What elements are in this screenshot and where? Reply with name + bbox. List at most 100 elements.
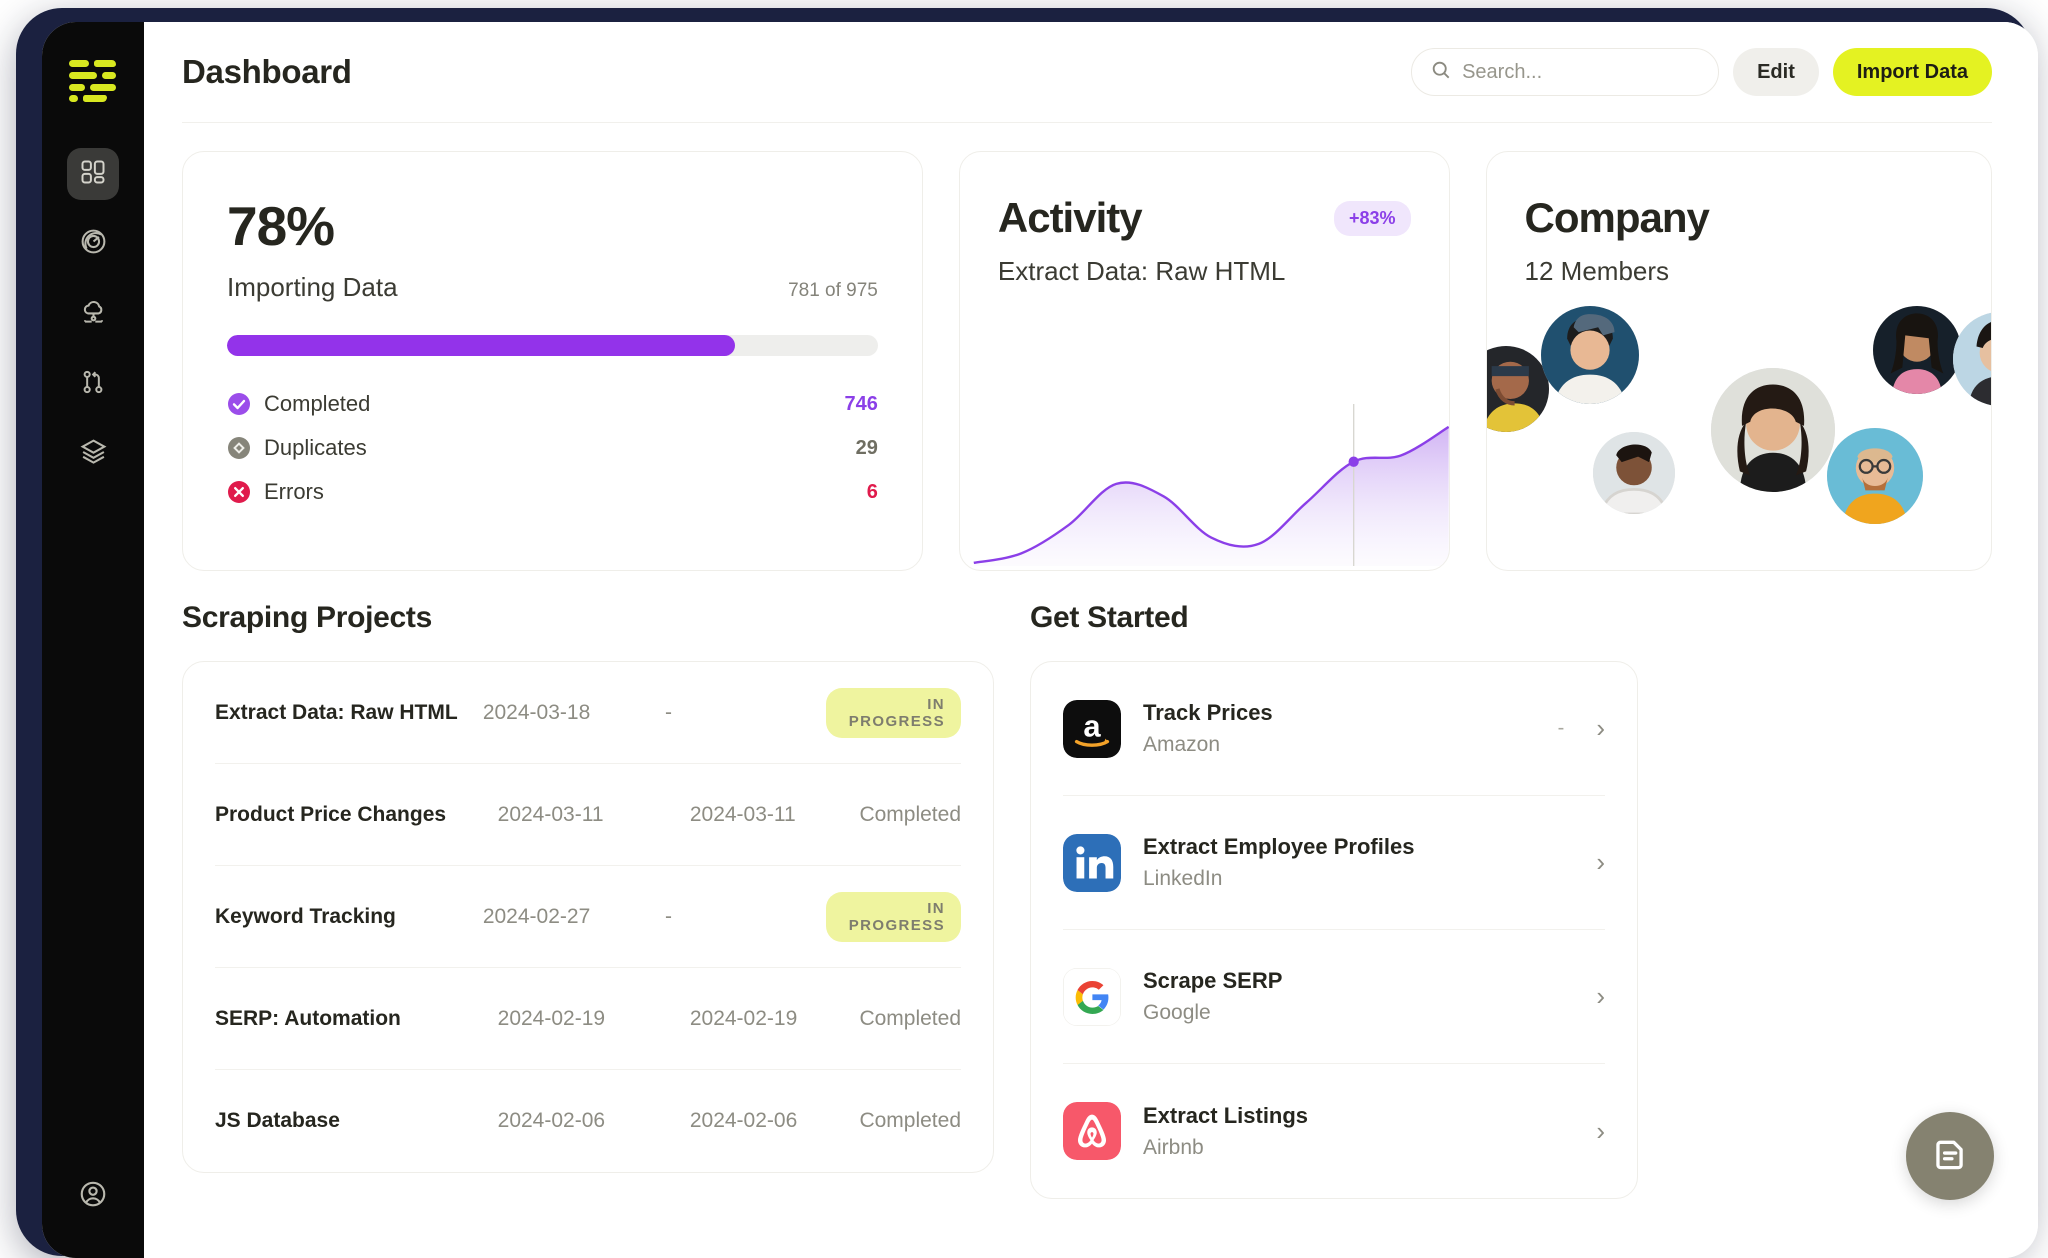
svg-text:a: a (1083, 708, 1101, 743)
topbar-actions: Edit Import Data (1411, 48, 1992, 96)
sidebar-item-datasets[interactable] (67, 428, 119, 480)
project-finished: 2024-03-11 (690, 803, 860, 827)
list-item-source: Amazon (1143, 733, 1273, 757)
sidebar-item-cloud[interactable] (67, 288, 119, 340)
chevron-right-icon[interactable]: › (1596, 713, 1605, 744)
search-icon (1430, 59, 1452, 86)
progress-title: Importing Data (227, 272, 398, 303)
project-status: Completed (859, 803, 961, 827)
avatar[interactable] (1593, 432, 1675, 514)
search-box[interactable] (1411, 48, 1719, 96)
list-item[interactable]: Extract Employee Profiles LinkedIn › (1063, 796, 1605, 930)
cloud-network-icon (79, 297, 108, 331)
table-row[interactable]: Extract Data: Raw HTML2024-03-18-IN PROG… (215, 662, 961, 764)
diamond-circle-icon (227, 436, 251, 460)
import-data-button[interactable]: Import Data (1833, 48, 1992, 96)
avatar[interactable] (1827, 428, 1923, 524)
list-item-source: LinkedIn (1143, 867, 1414, 891)
project-status: Completed (859, 1109, 961, 1133)
project-name: SERP: Automation (215, 1007, 498, 1031)
edit-button[interactable]: Edit (1733, 48, 1819, 96)
chevron-right-icon[interactable]: › (1596, 847, 1605, 878)
activity-subtitle: Extract Data: Raw HTML (960, 256, 1449, 287)
list-item-text: Extract Employee Profiles LinkedIn (1143, 834, 1414, 891)
table-row[interactable]: SERP: Automation2024-02-192024-02-19Comp… (215, 968, 961, 1070)
import-stats-list: Completed 746 Duplicates 29 (227, 382, 878, 514)
projects-section-title: Scraping Projects (182, 601, 994, 635)
progress-bar-fill (227, 335, 735, 356)
sidebar-item-monitor[interactable] (67, 218, 119, 270)
avatar[interactable] (1873, 306, 1961, 394)
project-started: 2024-02-27 (483, 905, 665, 929)
google-logo-icon (1063, 968, 1121, 1026)
list-item[interactable]: a Track Prices Amazon -› (1063, 662, 1605, 796)
activity-title: Activity (998, 194, 1142, 242)
avatar[interactable] (1953, 312, 1992, 406)
avatar[interactable] (1711, 368, 1835, 492)
activity-header: Activity +83% (960, 194, 1449, 242)
list-item-source: Airbnb (1143, 1136, 1308, 1160)
project-status: IN PROGRESS (826, 688, 961, 738)
project-status: IN PROGRESS (826, 892, 961, 942)
project-started: 2024-03-11 (498, 803, 690, 827)
sidebar-item-workflows[interactable] (67, 358, 119, 410)
list-item-text: Scrape SERPGoogle (1143, 968, 1282, 1025)
list-item[interactable]: Extract Listings Airbnb › (1063, 1064, 1605, 1198)
summary-cards: 78% Importing Data 781 of 975 (144, 123, 2038, 571)
status-text: Completed (859, 803, 961, 826)
list-item[interactable]: Scrape SERPGoogle › (1063, 930, 1605, 1064)
stat-value: 746 (845, 393, 878, 416)
page-title: Dashboard (182, 53, 352, 91)
list-item-text: Extract Listings Airbnb (1143, 1103, 1308, 1160)
airbnb-logo-icon (1063, 1102, 1121, 1160)
company-card: Company 12 Members (1486, 151, 1992, 571)
project-status: Completed (859, 1007, 961, 1031)
check-circle-icon (227, 392, 251, 416)
git-branch-icon (79, 368, 107, 401)
activity-card: Activity +83% Extract Data: Raw HTML (959, 151, 1450, 571)
avatar[interactable] (1486, 346, 1549, 432)
sidebar-nav (67, 148, 119, 480)
status-badge: IN PROGRESS (826, 688, 961, 738)
project-name: Product Price Changes (215, 803, 498, 827)
import-progress-card: 78% Importing Data 781 of 975 (182, 151, 923, 571)
list-item-title: Extract Listings (1143, 1103, 1308, 1129)
chevron-right-icon[interactable]: › (1596, 981, 1605, 1012)
amazon-logo-icon: a (1063, 700, 1121, 758)
project-name: Keyword Tracking (215, 905, 483, 929)
user-circle-icon (78, 1179, 108, 1214)
chevron-right-icon[interactable]: › (1596, 1116, 1605, 1147)
list-item-title: Scrape SERP (1143, 968, 1282, 994)
support-chat-button[interactable] (1906, 1112, 1994, 1200)
table-row[interactable]: JS Database2024-02-062024-02-06Completed (215, 1070, 961, 1172)
app-logo[interactable] (69, 60, 117, 102)
sidebar-item-dashboard[interactable] (67, 148, 119, 200)
radar-target-icon (79, 227, 108, 261)
stat-value: 29 (856, 437, 878, 460)
avatar[interactable] (1541, 306, 1639, 404)
progress-bar-track (227, 335, 878, 356)
project-started: 2024-02-19 (498, 1007, 690, 1031)
sidebar-item-account[interactable] (67, 1170, 119, 1222)
project-started: 2024-03-18 (483, 701, 665, 725)
company-header: Company (1487, 194, 1991, 242)
stat-row-duplicates: Duplicates 29 (227, 426, 878, 470)
table-row[interactable]: Product Price Changes2024-03-112024-03-1… (215, 764, 961, 866)
list-item-title: Track Prices (1143, 700, 1273, 726)
stat-value: 6 (867, 481, 878, 504)
table-row[interactable]: Keyword Tracking2024-02-27-IN PROGRESS (215, 866, 961, 968)
company-title: Company (1525, 194, 1709, 242)
projects-table: Extract Data: Raw HTML2024-03-18-IN PROG… (182, 661, 994, 1173)
stat-row-completed: Completed 746 (227, 382, 878, 426)
screen: Dashboard Edit Import Data (0, 0, 2048, 1241)
search-input[interactable] (1462, 61, 1700, 84)
list-item-trailing: - (1558, 717, 1575, 740)
stat-label: Errors (264, 479, 324, 505)
progress-count: 781 of 975 (788, 280, 878, 302)
layers-icon (79, 437, 108, 471)
list-item-text: Track Prices Amazon (1143, 700, 1273, 757)
topbar: Dashboard Edit Import Data (144, 22, 2038, 122)
list-item-title: Extract Employee Profiles (1143, 834, 1414, 860)
linkedin-logo-icon (1063, 834, 1121, 892)
project-finished: - (665, 905, 826, 929)
